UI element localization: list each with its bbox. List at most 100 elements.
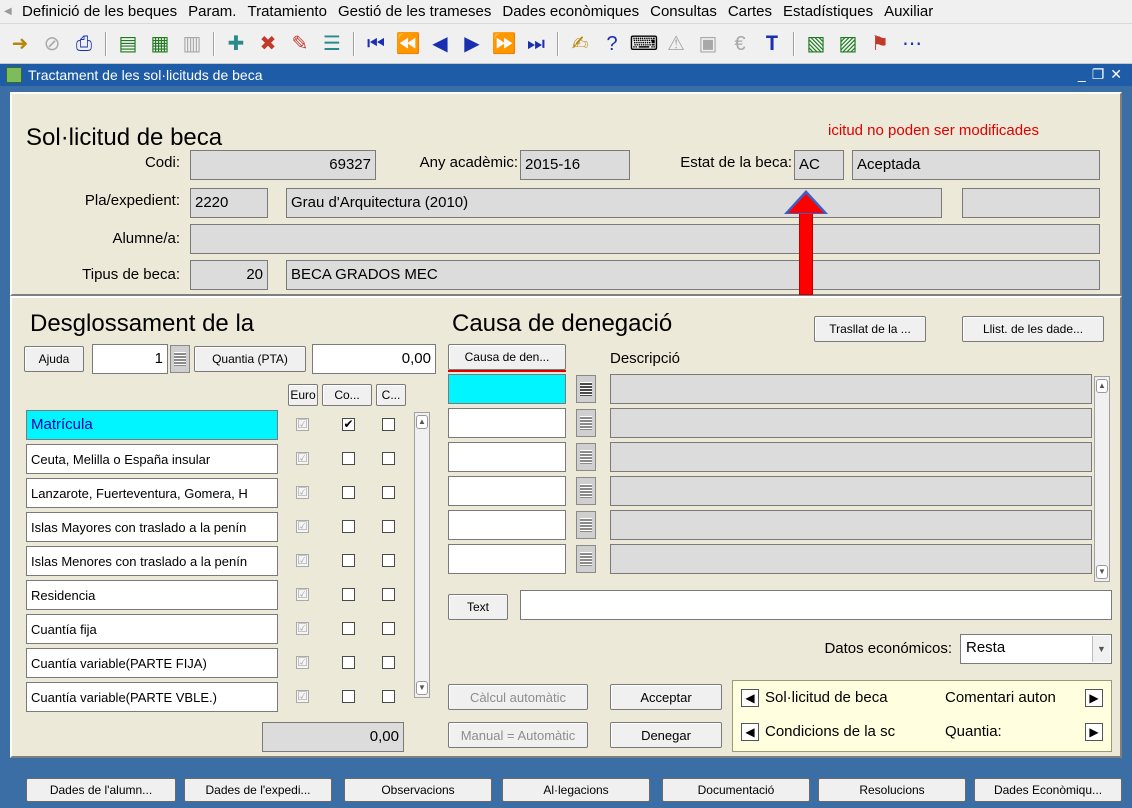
last-block-icon[interactable]: ⏭ [522,30,550,58]
desglossament-row-label[interactable]: Residencia [26,580,278,610]
causa-list-icon[interactable] [576,511,596,539]
causa-scrollbar[interactable]: ▲ ▼ [1094,376,1110,582]
query-cancel-icon[interactable]: ▥ [178,30,206,58]
desglossament-row-label[interactable]: Lanzarote, Fuerteventura, Gomera, H [26,478,278,508]
pla-desc-field[interactable]: Grau d'Arquitectura (2010) [286,188,942,218]
desglossament-checkbox-3[interactable] [382,622,395,635]
causa-descripcio-field[interactable] [610,442,1092,472]
desglossament-checkbox-2[interactable] [342,690,355,703]
pla-extra-field[interactable] [962,188,1100,218]
causa-code-field[interactable] [448,374,566,404]
keys-icon[interactable]: ⌨ [630,30,659,58]
allegacions-button[interactable]: Al·legacions [502,778,650,802]
desglossament-checkbox-2[interactable] [342,656,355,669]
menu-consultas[interactable]: Consultas [650,3,717,20]
chevron-down-icon[interactable]: ▼ [1092,636,1110,662]
causa-code-field[interactable] [448,476,566,506]
desglossament-checkbox-1[interactable]: ☑ [296,418,309,431]
minimize-icon[interactable]: _ [1078,66,1092,82]
delete-record-icon[interactable]: ✖ [254,30,282,58]
text-button[interactable]: Text [448,594,508,620]
desglossament-checkbox-2[interactable] [342,452,355,465]
next-quantia-icon[interactable]: ▶ [1085,723,1103,741]
dades-economiques-button[interactable]: Dades Econòmiqu... [974,778,1122,802]
any-academic-field[interactable]: 2015-16 [520,150,630,180]
scroll-down-icon[interactable]: ▼ [416,681,428,695]
desglossament-row-label[interactable]: Matrícula [26,410,278,440]
ajuda-list-icon[interactable] [170,345,190,373]
pla-code-field[interactable]: 2220 [190,188,268,218]
lock-record-icon[interactable]: ☰ [318,30,346,58]
desglossament-checkbox-2[interactable] [342,588,355,601]
help-icon[interactable]: ? [598,30,626,58]
causa-descripcio-field[interactable] [610,476,1092,506]
causa-list-icon[interactable] [576,409,596,437]
desglossament-checkbox-3[interactable] [382,690,395,703]
col-co-button[interactable]: Co... [322,384,372,406]
desglossament-checkbox-1[interactable]: ☑ [296,452,309,465]
denegar-button[interactable]: Denegar [610,722,722,748]
text-field[interactable] [520,590,1112,620]
menu-estadistiques[interactable]: Estadístiques [783,3,873,20]
col-euro-button[interactable]: Euro [288,384,318,406]
close-icon[interactable]: ✕ [1110,66,1128,82]
causa-code-field[interactable] [448,510,566,540]
causa-descripcio-field[interactable] [610,374,1092,404]
desglossament-checkbox-1[interactable]: ☑ [296,554,309,567]
causa-code-field[interactable] [448,544,566,574]
col-c-button[interactable]: C... [376,384,406,406]
desglossament-row-label[interactable]: Cuantía variable(PARTE FIJA) [26,648,278,678]
next-comentari-icon[interactable]: ▶ [1085,689,1103,707]
next-block-icon[interactable]: ⏩ [490,30,518,58]
quantia-button[interactable]: Quantia (PTA) [194,346,306,372]
desglossament-checkbox-1[interactable]: ☑ [296,588,309,601]
menu-definicio[interactable]: Definició de les beques [22,3,177,20]
restore-icon[interactable]: ❐ [1092,66,1111,82]
edit-icon[interactable]: ✍ [566,30,594,58]
desglossament-checkbox-3[interactable] [382,554,395,567]
desglossament-checkbox-1[interactable]: ☑ [296,486,309,499]
desglossament-checkbox-3[interactable] [382,452,395,465]
total-field[interactable]: 0,00 [262,722,404,752]
scroll-up-icon[interactable]: ▲ [416,415,428,429]
menu-param[interactable]: Param. [188,3,236,20]
desglossament-row-label[interactable]: Ceuta, Melilla o España insular [26,444,278,474]
menu-cartes[interactable]: Cartes [728,3,772,20]
causa-list-icon[interactable] [576,545,596,573]
documentacio-button[interactable]: Documentació [662,778,810,802]
llist-dades-button[interactable]: Llist. de les dade... [962,316,1104,342]
first-block-icon[interactable]: ⏮ [362,30,390,58]
form-icon[interactable]: ▧ [802,30,830,58]
display-error-icon[interactable]: ⚠ [662,30,690,58]
exit-icon[interactable]: ➜ [6,30,34,58]
clear-record-icon[interactable]: ✎ [286,30,314,58]
tipus-code-field[interactable]: 20 [190,260,268,290]
nav-solicitud-link[interactable]: Sol·licitud de beca [765,689,935,706]
estat-beca-code-field[interactable]: AC [794,150,844,180]
desglossament-checkbox-2[interactable] [342,622,355,635]
previous-record-icon[interactable]: ◀ [426,30,454,58]
causa-descripcio-field[interactable] [610,510,1092,540]
causa-descripcio-field[interactable] [610,544,1092,574]
query-execute-icon[interactable]: ▦ [146,30,174,58]
desglossament-checkbox-1[interactable]: ☑ [296,622,309,635]
prev-solicitud-icon[interactable]: ◀ [741,689,759,707]
print-icon[interactable]: ⎙ [70,30,98,58]
desglossament-row-label[interactable]: Cuantía fija [26,614,278,644]
nav-condicions-link[interactable]: Condicions de la sc [765,723,935,740]
quantia-field[interactable]: 0,00 [312,344,436,374]
causa-denegacio-col-button[interactable]: Causa de den... [448,344,566,370]
causa-code-field[interactable] [448,408,566,438]
desglossament-checkbox-1[interactable]: ☑ [296,656,309,669]
nav-quantia-link[interactable]: Quantia: [945,723,1081,740]
nav-comentari-link[interactable]: Comentari auton [945,689,1081,706]
causa-code-field[interactable] [448,442,566,472]
tipus-desc-field[interactable]: BECA GRADOS MEC [286,260,1100,290]
ajuda-field[interactable]: 1 [92,344,168,374]
open-icon[interactable]: ⊘ [38,30,66,58]
codi-field[interactable]: 69327 [190,150,376,180]
causa-list-icon[interactable] [576,477,596,505]
desglossament-checkbox-1[interactable]: ☑ [296,690,309,703]
query-enter-icon[interactable]: ▤ [114,30,142,58]
desglossament-scrollbar[interactable]: ▲ ▼ [414,412,430,698]
